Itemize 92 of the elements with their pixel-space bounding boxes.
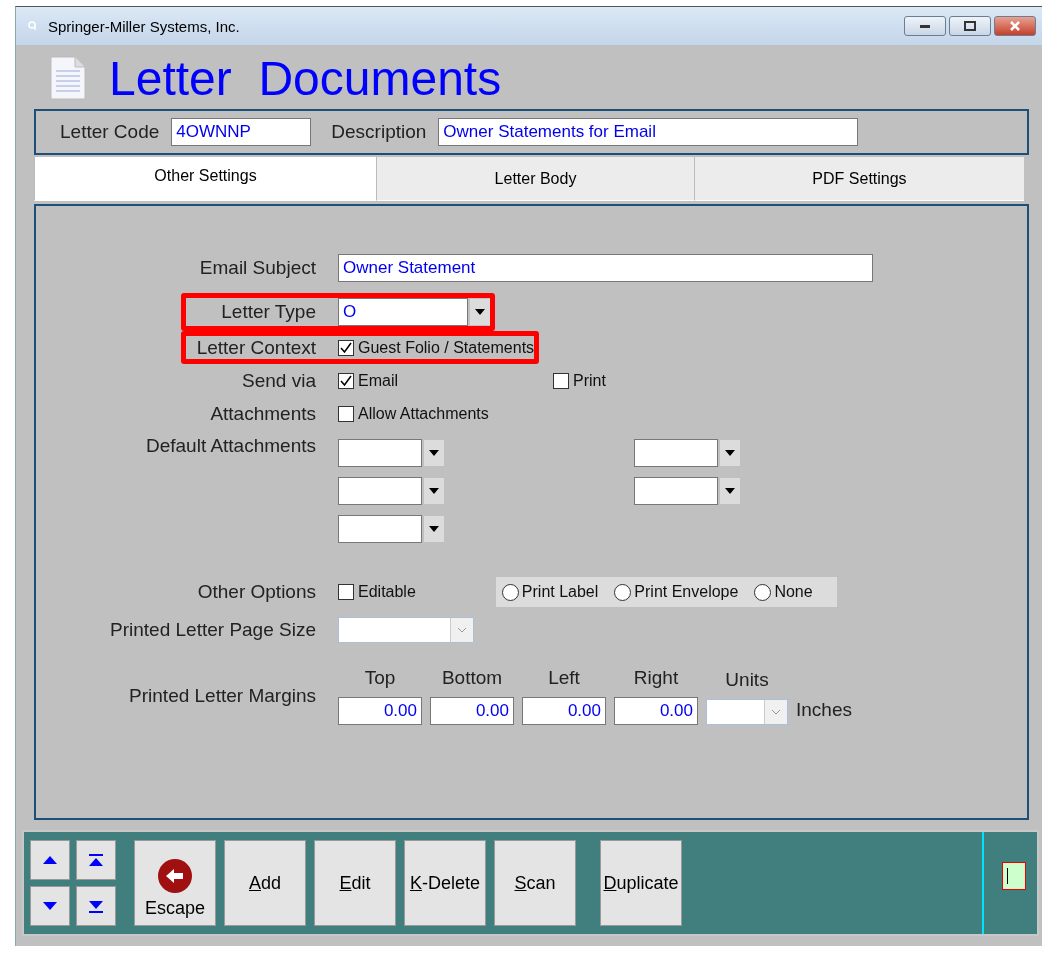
caret-icon [428,487,440,495]
close-icon [1009,21,1021,31]
app-icon [28,21,36,31]
dropdown-button[interactable] [424,440,444,466]
toolbar-button[interactable]: Duplicate [600,840,682,926]
margin-field[interactable]: 0.00 [430,697,514,725]
maximize-icon [964,21,976,31]
check-icon [340,375,352,386]
input-field[interactable] [1002,862,1026,890]
field-label: Other Options [197,581,316,603]
toolbar-button[interactable]: Scan [494,840,576,926]
toolbar-button[interactable]: K-Delete [404,840,486,926]
field-label: Letter Type [221,301,316,323]
checkbox[interactable] [338,339,354,356]
combo-field[interactable] [338,477,422,505]
dropdown-button[interactable] [720,478,740,504]
combo-field[interactable] [706,699,788,725]
column-heading: Left [548,667,580,689]
combo-field[interactable] [338,439,422,467]
minimize-button[interactable] [904,16,946,36]
text-field[interactable]: Owner Statement [338,254,873,282]
margin-field[interactable]: 0.00 [522,697,606,725]
first-button[interactable] [76,840,116,880]
margin-field[interactable]: 0.00 [338,697,422,725]
combo-field[interactable] [634,477,718,505]
checkbox[interactable] [553,372,569,389]
toolbar-button[interactable]: Edit [314,840,396,926]
field-label: Attachments [210,402,316,425]
window-title: Springer-Miller Systems, Inc. [48,17,241,35]
dropdown-button[interactable] [720,440,740,466]
down-triangle-icon [42,901,58,911]
page-title: Letter Documents [109,50,502,106]
radio-label: None [774,583,813,601]
last-button[interactable] [76,886,116,926]
field-label: Description [331,121,427,143]
field-label: Printed Letter Margins [129,685,316,707]
radio-label: Print Envelope [634,583,739,601]
column-heading: Units [725,669,769,691]
column-heading: Bottom [441,667,503,689]
column-heading: Top [364,667,396,689]
field-label: Letter Code [60,121,160,143]
text-field[interactable]: Owner Statements for Email [438,118,859,146]
combo-field[interactable] [338,515,422,543]
radio-button[interactable] [754,583,772,601]
checkbox[interactable] [338,405,354,422]
dropdown-button[interactable] [424,516,444,542]
field-label: Email Subject [199,257,316,279]
dropdown-button[interactable] [470,299,490,325]
document-icon [49,55,87,101]
radio-button[interactable] [614,583,632,601]
checkbox[interactable] [338,584,354,600]
tab[interactable]: PDF Settings [694,157,1024,201]
maximize-button[interactable] [949,16,991,36]
toolbar-button[interactable]: Escape [134,840,216,926]
dropdown-button[interactable] [424,478,444,504]
caret-icon [474,308,486,316]
next-button[interactable] [30,886,70,926]
tab[interactable]: Letter Body [376,157,694,201]
caret-icon [724,449,736,457]
checkbox-label: Editable [358,583,416,601]
up-triangle-icon [42,855,58,865]
check-icon [340,342,352,353]
top-arrow-icon [88,853,104,867]
checkbox[interactable] [338,372,354,389]
combo-field[interactable] [634,439,718,467]
margin-field[interactable]: 0.00 [614,697,698,725]
combo-field[interactable] [338,617,474,643]
checkbox-label: Email [358,371,398,390]
field-label: Send via [242,369,316,392]
toolbar-button[interactable]: Add [224,840,306,926]
chevron-icon [771,709,781,715]
caret-icon [428,449,440,457]
column-heading: Right [633,667,679,689]
checkbox-label: Allow Attachments [358,404,489,423]
caret-icon [724,487,736,495]
checkbox-label: Print [573,371,606,390]
caret-icon [428,525,440,533]
field-label: Letter Context [196,336,316,359]
units-label: Inches [796,699,852,721]
field-label: Printed Letter Page Size [110,619,316,641]
field-label: Default Attachments [145,435,316,457]
bottom-arrow-icon [88,899,104,913]
previous-button[interactable] [30,840,70,880]
tab[interactable]: Other Settings [34,157,376,201]
combo-field[interactable]: O [338,298,468,326]
chevron-icon [457,627,467,633]
text-field[interactable]: 4OWNNP [171,118,312,146]
radio-label: Print Label [521,583,599,601]
minimize-icon [920,24,930,28]
checkbox-label: Guest Folio / Statements [358,338,535,357]
radio-button[interactable] [501,583,519,601]
close-button[interactable] [994,16,1036,36]
